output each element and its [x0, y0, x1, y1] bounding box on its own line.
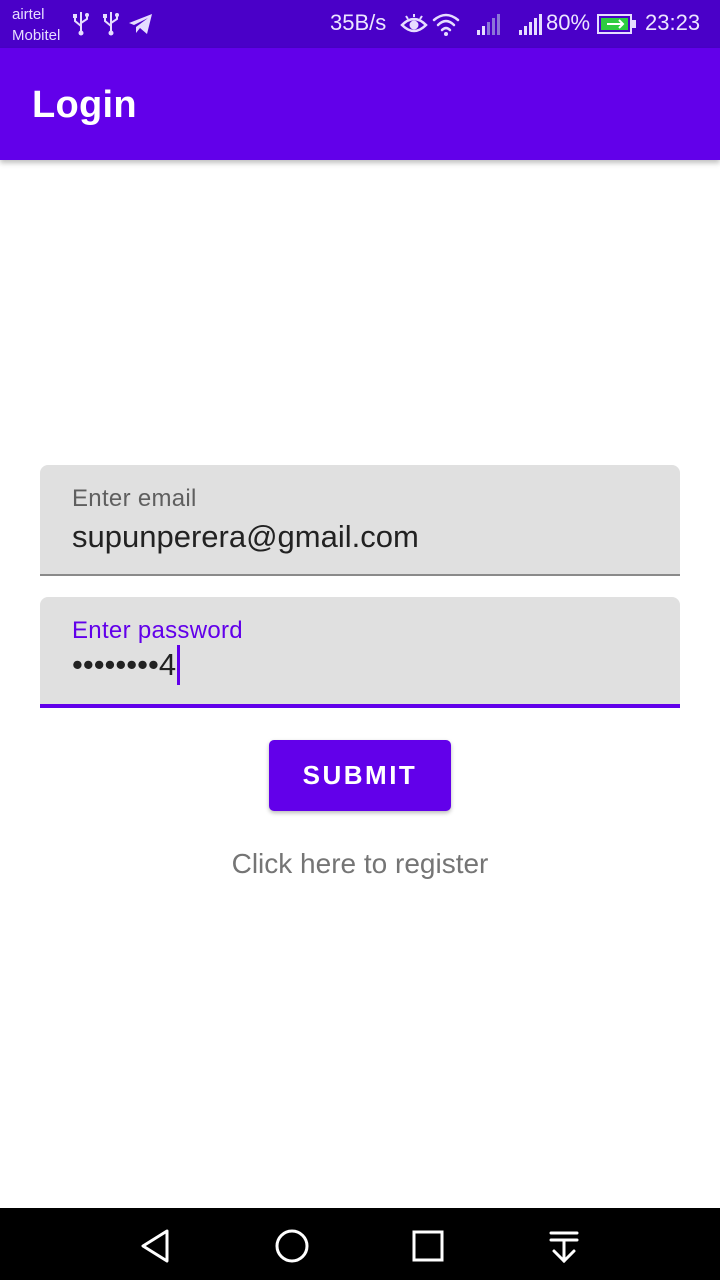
- email-label: Enter email: [72, 485, 197, 512]
- usb-icon: [103, 12, 119, 36]
- carrier-2: Mobitel: [12, 27, 61, 44]
- password-last-char: 4: [158, 647, 177, 682]
- back-icon[interactable]: [134, 1224, 178, 1268]
- signal-icon: [477, 14, 500, 35]
- usb-icon: [73, 12, 89, 36]
- signal-icon: [519, 14, 542, 35]
- notification-shade-icon[interactable]: [542, 1224, 586, 1268]
- clock: 23:23: [645, 10, 701, 35]
- battery-charging-icon: [597, 14, 636, 34]
- telegram-icon: [129, 14, 152, 34]
- password-field[interactable]: Enter password •••••••• 4: [40, 597, 680, 708]
- wifi-icon: [432, 13, 460, 36]
- navigation-bar: [0, 1208, 720, 1280]
- register-link[interactable]: Click here to register: [0, 848, 720, 880]
- status-bar: airtel Mobitel 35B/s 80% 23:23: [0, 0, 720, 48]
- battery-percent: 80%: [546, 10, 591, 35]
- recents-icon[interactable]: [406, 1224, 450, 1268]
- network-speed: 35B/s: [330, 10, 387, 35]
- password-input[interactable]: •••••••• 4: [72, 645, 181, 685]
- app-bar: Login: [0, 48, 720, 160]
- carrier-names: airtel Mobitel: [12, 4, 60, 46]
- home-icon[interactable]: [270, 1224, 314, 1268]
- submit-button[interactable]: SUBMIT: [269, 740, 451, 811]
- email-field[interactable]: Enter email supunperera@gmail.com: [40, 465, 680, 576]
- text-cursor: [177, 645, 181, 685]
- carrier-1: airtel: [12, 6, 45, 23]
- password-label: Enter password: [72, 617, 243, 644]
- page-title: Login: [32, 84, 137, 126]
- email-input[interactable]: supunperera@gmail.com: [72, 519, 419, 555]
- password-masked-chars: ••••••••: [72, 647, 159, 682]
- eye-icon: [400, 14, 428, 33]
